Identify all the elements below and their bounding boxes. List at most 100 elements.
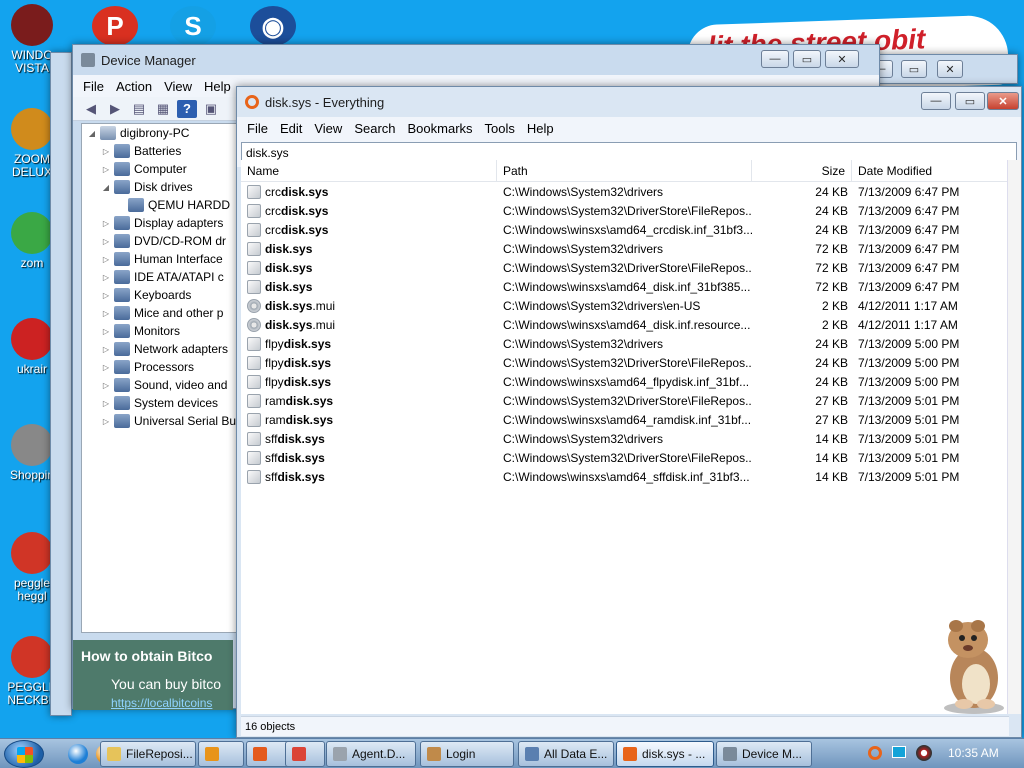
table-row[interactable]: ram disk.sys C:\Windows\winsxs\amd64_ramdi…: [241, 410, 1009, 429]
expand-arrow-icon[interactable]: ▷: [100, 237, 112, 246]
everything-menu-item[interactable]: Tools: [479, 121, 521, 136]
tree-item[interactable]: ▷ Keyboards: [82, 286, 240, 304]
properties-icon[interactable]: ▤: [129, 100, 149, 118]
maximize-icon[interactable]: ▭: [793, 50, 821, 68]
tree-item[interactable]: ▷ Sound, video and: [82, 376, 240, 394]
bitcoin-link[interactable]: https://localbitcoins: [111, 696, 212, 710]
tree-item[interactable]: ▷ Human Interface: [82, 250, 240, 268]
record-tray-icon[interactable]: [916, 745, 932, 761]
column-header-path[interactable]: Path: [497, 160, 752, 182]
table-row[interactable]: crc disk.sys C:\Windows\System32\DriverSto…: [241, 201, 1009, 220]
expand-arrow-icon[interactable]: ◢: [86, 129, 98, 138]
expand-arrow-icon[interactable]: ▷: [100, 291, 112, 300]
maximize-icon[interactable]: ▭: [901, 60, 927, 78]
table-row[interactable]: sff disk.sys C:\Windows\winsxs\amd64_sffdi…: [241, 467, 1009, 486]
help-icon[interactable]: ?: [177, 99, 197, 118]
expand-arrow-icon[interactable]: ▷: [100, 417, 112, 426]
tree-item[interactable]: ▷ Universal Serial Bu: [82, 412, 240, 430]
taskbar-button[interactable]: Device M...: [716, 741, 812, 767]
expand-arrow-icon[interactable]: ▷: [100, 399, 112, 408]
tree-item[interactable]: QEMU HARDD: [82, 196, 240, 214]
back-arrow-icon[interactable]: ◀: [81, 100, 101, 118]
tree-item[interactable]: ▷ System devices: [82, 394, 240, 412]
table-row[interactable]: sff disk.sys C:\Windows\System32\DriverSto…: [241, 448, 1009, 467]
monitor-tray-icon[interactable]: [892, 746, 906, 758]
expand-arrow-icon[interactable]: ▷: [100, 309, 112, 318]
everything-menu-item[interactable]: Edit: [274, 121, 308, 136]
device-manager-menu-item[interactable]: Help: [198, 79, 237, 94]
expand-arrow-icon[interactable]: ◢: [100, 183, 112, 192]
taskbar-button[interactable]: All Data E...: [518, 741, 614, 767]
tree-item[interactable]: ▷ DVD/CD-ROM dr: [82, 232, 240, 250]
clock[interactable]: 10:35 AM: [948, 746, 999, 760]
taskbar-button[interactable]: [198, 741, 244, 767]
everything-menu-item[interactable]: Search: [348, 121, 401, 136]
vertical-scrollbar[interactable]: [1007, 160, 1021, 714]
expand-arrow-icon[interactable]: ▷: [100, 219, 112, 228]
background-window-titlebar[interactable]: — ▭ ✕: [858, 54, 1018, 84]
expand-arrow-icon[interactable]: ▷: [100, 147, 112, 156]
close-icon[interactable]: ✕: [825, 50, 859, 68]
skype-icon[interactable]: S: [170, 6, 216, 46]
expand-arrow-icon[interactable]: ▷: [100, 363, 112, 372]
tree-item[interactable]: ▷ Processors: [82, 358, 240, 376]
view-icon[interactable]: ▣: [201, 100, 221, 118]
table-row[interactable]: disk.sys C:\Windows\winsxs\amd64_disk.inf…: [241, 277, 1009, 296]
table-row[interactable]: disk.sys .mui C:\Windows\winsxs\amd64_disk…: [241, 315, 1009, 334]
minimize-icon[interactable]: —: [921, 92, 951, 110]
everything-menu-item[interactable]: File: [241, 121, 274, 136]
maximize-icon[interactable]: ▭: [955, 92, 985, 110]
table-row[interactable]: disk.sys C:\Windows\System32\drivers 72 KB…: [241, 239, 1009, 258]
table-row[interactable]: flpy disk.sys C:\Windows\System32\DriverSt…: [241, 353, 1009, 372]
globe-icon[interactable]: ◉: [250, 6, 296, 46]
everything-menu-item[interactable]: Bookmarks: [402, 121, 479, 136]
tree-item[interactable]: ▷ Batteries: [82, 142, 240, 160]
peggle-icon[interactable]: P: [92, 6, 138, 46]
everything-tray-icon[interactable]: [868, 746, 882, 760]
minimize-icon[interactable]: —: [761, 50, 789, 68]
expand-arrow-icon[interactable]: ▷: [100, 273, 112, 282]
table-row[interactable]: sff disk.sys C:\Windows\System32\drivers 14…: [241, 429, 1009, 448]
everything-menu-item[interactable]: Help: [521, 121, 560, 136]
column-header-name[interactable]: Name: [241, 160, 497, 182]
taskbar-button[interactable]: Login: [420, 741, 514, 767]
close-icon[interactable]: ✕: [937, 60, 963, 78]
tree-item[interactable]: ▷ Mice and other p: [82, 304, 240, 322]
tree-item[interactable]: ▷ Network adapters: [82, 340, 240, 358]
everything-titlebar[interactable]: disk.sys - Everything — ▭ ✕: [237, 87, 1021, 117]
device-manager-menu-item[interactable]: View: [158, 79, 198, 94]
table-row[interactable]: crc disk.sys C:\Windows\winsxs\amd64_crcdi…: [241, 220, 1009, 239]
table-row[interactable]: disk.sys .mui C:\Windows\System32\drivers\…: [241, 296, 1009, 315]
taskbar-button[interactable]: Agent.D...: [326, 741, 416, 767]
close-icon[interactable]: ✕: [987, 92, 1019, 110]
tree-item[interactable]: ▷ Monitors: [82, 322, 240, 340]
start-button[interactable]: [4, 740, 44, 768]
table-row[interactable]: disk.sys C:\Windows\System32\DriverStore\…: [241, 258, 1009, 277]
list-icon[interactable]: ▦: [153, 100, 173, 118]
ie-icon[interactable]: [68, 744, 88, 764]
column-header-date[interactable]: Date Modified: [852, 160, 1009, 182]
taskbar-button[interactable]: FileReposi...: [100, 741, 196, 767]
table-row[interactable]: ram disk.sys C:\Windows\System32\DriverSto…: [241, 391, 1009, 410]
expand-arrow-icon[interactable]: ▷: [100, 381, 112, 390]
forward-arrow-icon[interactable]: ▶: [105, 100, 125, 118]
tree-item[interactable]: ▷ IDE ATA/ATAPI c: [82, 268, 240, 286]
column-header-size[interactable]: Size: [752, 160, 852, 182]
tree-item[interactable]: ◢ Disk drives: [82, 178, 240, 196]
tree-item[interactable]: ▷ Display adapters: [82, 214, 240, 232]
table-row[interactable]: crc disk.sys C:\Windows\System32\drivers 24…: [241, 182, 1009, 201]
expand-arrow-icon[interactable]: ▷: [100, 345, 112, 354]
expand-arrow-icon[interactable]: ▷: [100, 255, 112, 264]
device-manager-menu-item[interactable]: File: [77, 79, 110, 94]
table-row[interactable]: flpy disk.sys C:\Windows\System32\drivers 2…: [241, 334, 1009, 353]
table-row[interactable]: flpy disk.sys C:\Windows\winsxs\amd64_flpy…: [241, 372, 1009, 391]
taskbar-button[interactable]: disk.sys - ...: [616, 741, 714, 767]
taskbar-button[interactable]: [285, 741, 325, 767]
everything-menu-item[interactable]: View: [308, 121, 348, 136]
tree-item[interactable]: ◢ digibrony-PC: [82, 124, 240, 142]
device-manager-menu-item[interactable]: Action: [110, 79, 158, 94]
expand-arrow-icon[interactable]: ▷: [100, 327, 112, 336]
device-manager-titlebar[interactable]: Device Manager — ▭ ✕: [73, 45, 879, 75]
expand-arrow-icon[interactable]: ▷: [100, 165, 112, 174]
tree-item[interactable]: ▷ Computer: [82, 160, 240, 178]
